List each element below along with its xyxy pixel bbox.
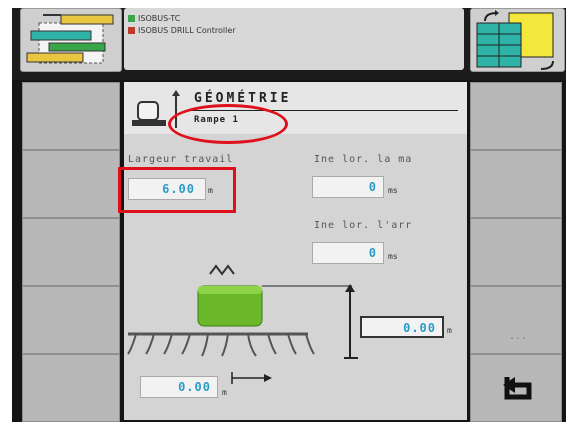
offset-field[interactable]: 0.00 — [140, 376, 218, 398]
working-width-label: Largeur travail — [128, 154, 234, 165]
offset-arrow-icon — [231, 372, 272, 384]
offset-value: 0.00 — [178, 380, 211, 394]
highlight-box — [118, 167, 236, 213]
left-softkey-3[interactable] — [22, 218, 120, 286]
right-softkey-2[interactable] — [470, 150, 562, 218]
task-controller-icon — [128, 15, 135, 22]
left-softkey-4[interactable] — [22, 286, 120, 354]
more-softkey[interactable]: ... — [470, 286, 562, 354]
highlight-ellipse — [168, 104, 288, 144]
drill-layout-icon — [26, 14, 114, 64]
offset-unit: m — [222, 388, 227, 397]
delay-on-front-unit: ms — [388, 186, 398, 195]
info-line-1: ISOBUS-TC — [128, 14, 180, 23]
back-softkey[interactable] — [470, 354, 562, 422]
left-softkey-2[interactable] — [22, 150, 120, 218]
delay-on-front-label: Ine lor. la ma — [314, 154, 413, 165]
delay-on-rear-unit: ms — [388, 252, 398, 261]
seed-drill-diagram — [127, 264, 358, 359]
left-softkey-5[interactable] — [22, 354, 120, 422]
delay-on-rear-label: Ine lor. l'arr — [314, 220, 413, 231]
height-field[interactable]: 0.00 — [360, 316, 444, 338]
info-line-2: ISOBUS DRILL Controller — [128, 26, 236, 35]
right-softkey-3[interactable] — [470, 218, 562, 286]
implement-info: ISOBUS-TC ISOBUS DRILL Controller — [124, 8, 464, 70]
right-softkey-1[interactable] — [470, 82, 562, 150]
height-unit: m — [447, 326, 452, 335]
left-softkey-1[interactable] — [22, 82, 120, 150]
controller-label: ISOBUS DRILL Controller — [138, 26, 236, 35]
layout-softkey[interactable] — [20, 8, 122, 72]
section-map-icon — [476, 10, 554, 70]
tractor-icon — [128, 27, 135, 34]
delay-on-rear-value: 0 — [368, 246, 377, 260]
tc-label: ISOBUS-TC — [138, 14, 181, 23]
back-arrow-icon — [503, 377, 532, 400]
more-label: ... — [509, 331, 528, 342]
delay-on-rear-field[interactable]: 0 — [312, 242, 384, 264]
delay-on-front-value: 0 — [368, 180, 377, 194]
section-map-softkey[interactable] — [470, 8, 565, 72]
height-value: 0.00 — [403, 321, 436, 335]
delay-on-front-field[interactable]: 0 — [312, 176, 384, 198]
